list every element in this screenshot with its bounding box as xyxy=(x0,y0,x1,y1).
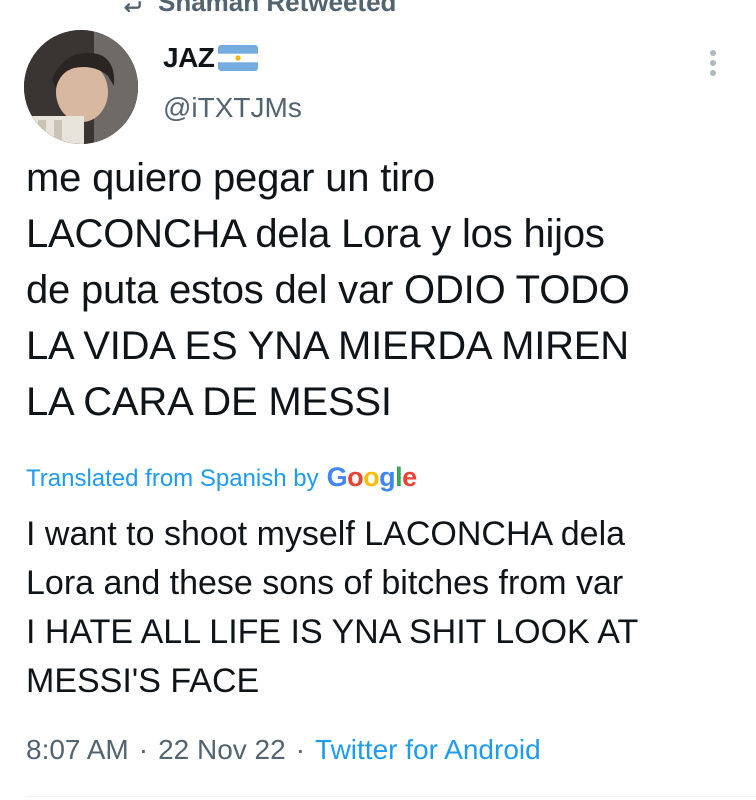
tweet-meta: 8:07 AM · 22 Nov 22 · Twitter for Androi… xyxy=(26,734,541,766)
translation-attribution[interactable]: Translated from Spanish by Google xyxy=(26,462,417,493)
author-name-row[interactable]: JAZ xyxy=(163,42,259,74)
translated-from-label: Translated from Spanish by xyxy=(26,465,319,492)
google-logo-letter: o xyxy=(347,462,364,492)
meta-separator: · xyxy=(138,734,149,765)
retweet-context[interactable]: Shaman Retweeted xyxy=(118,0,396,19)
avatar[interactable] xyxy=(24,30,138,144)
google-logo-letter: G xyxy=(326,462,348,492)
retweet-icon xyxy=(118,0,144,19)
argentina-flag-icon xyxy=(218,45,259,71)
meta-separator: · xyxy=(295,734,306,765)
more-vertical-icon[interactable] xyxy=(706,48,720,78)
translated-text: I want to shoot myself LACONCHA dela Lor… xyxy=(26,515,639,700)
google-logo-letter: g xyxy=(379,462,396,492)
tweet-source[interactable]: Twitter for Android xyxy=(315,734,541,766)
retweet-context-label: Shaman Retweeted xyxy=(158,0,397,17)
author-handle[interactable]: @iTXTJMs xyxy=(163,92,302,124)
google-logo-letter: o xyxy=(363,462,380,492)
google-logo-letter: e xyxy=(402,462,417,492)
tweet-date[interactable]: 22 Nov 22 xyxy=(158,734,286,766)
author-display-name[interactable]: JAZ xyxy=(163,42,215,74)
divider xyxy=(26,796,756,797)
tweet-time[interactable]: 8:07 AM xyxy=(26,734,129,766)
tweet-text: me quiero pegar un tiro LACONCHA dela Lo… xyxy=(26,156,630,424)
google-logo: Google xyxy=(326,462,418,493)
